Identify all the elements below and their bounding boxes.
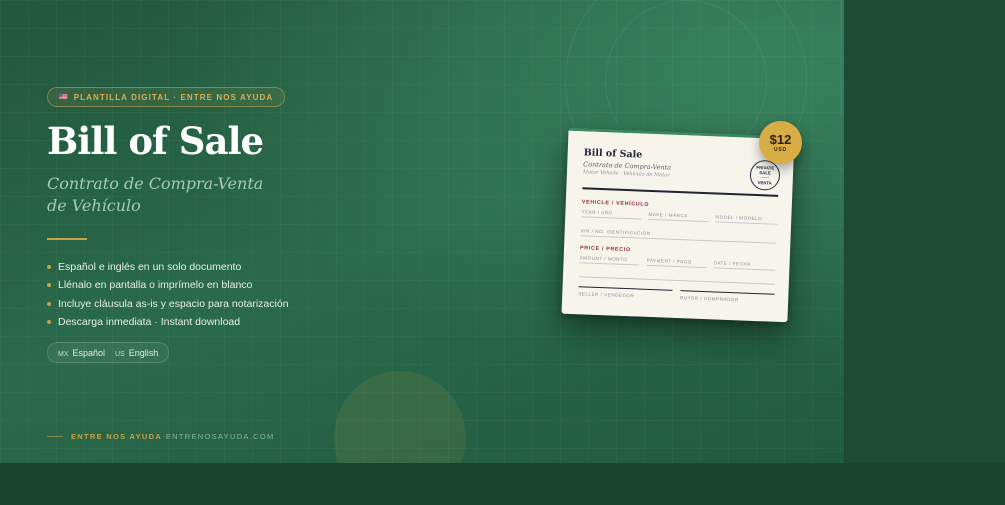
- feature-text: Descarga inmediata · Instant download: [58, 316, 241, 329]
- seller-signature-line: [578, 286, 673, 291]
- field-vin: VIN / NO. IDENTIFICACIÓN: [580, 228, 777, 244]
- footer-brand: ENTRE NOS AYUDA: [71, 432, 163, 441]
- feature-text: Español e inglés en un solo documento: [58, 261, 242, 274]
- feature-item: Descarga inmediata · Instant download: [47, 313, 289, 331]
- footer-rule: [47, 436, 63, 437]
- field-model: MODEL / MODELO: [715, 214, 778, 225]
- price-currency: USD: [774, 146, 787, 153]
- mx-flag-icon: MX: [58, 350, 69, 358]
- feature-text: Llénalo en pantalla o imprímelo en blanc…: [58, 279, 253, 292]
- stamp-text: VENTA: [757, 180, 772, 186]
- page-title: Bill of Sale: [47, 119, 264, 163]
- document-title: Bill of Sale: [583, 147, 643, 161]
- page-subtitle: Contrato de Compra-Venta de Vehículo: [47, 173, 307, 217]
- private-sale-stamp-icon: PRIVATE SALE ——— VENTA: [749, 159, 781, 191]
- feature-item: Español e inglés en un solo documento: [47, 258, 289, 276]
- divider: [47, 238, 87, 240]
- field-amount: AMOUNT / MONTO: [579, 255, 640, 266]
- bullet-icon: [47, 265, 51, 270]
- bottom-band: [0, 463, 1005, 505]
- subtitle-line: Contrato de Compra-Venta: [47, 174, 264, 193]
- bullet-icon: [47, 320, 51, 325]
- footer-domain: ENTRENOSAYUDA.COM: [165, 432, 275, 441]
- right-panel: [844, 0, 1005, 463]
- feature-item: Incluye cláusula as-is y espacio para no…: [47, 295, 289, 313]
- subtitle-line: de Vehículo: [47, 196, 141, 215]
- price-badge: $12 USD: [759, 121, 802, 164]
- buyer-signature-line: [680, 290, 775, 295]
- flag-icon: 🇺🇸: [59, 94, 68, 101]
- field-payment: PAYMENT / PAGO: [646, 257, 707, 269]
- section-heading-vehicle: VEHICLE / VEHÍCULO: [581, 199, 650, 208]
- footer: ENTRE NOS AYUDA · ENTRENOSAYUDA.COM: [47, 432, 275, 441]
- seller-label: SELLER / VENDEDOR: [578, 291, 635, 299]
- bullet-icon: [47, 301, 51, 306]
- language-label: Español: [72, 347, 106, 358]
- field-year: YEAR / AÑO: [581, 209, 642, 220]
- us-flag-icon: US: [115, 350, 125, 358]
- bullet-icon: [47, 283, 51, 288]
- document-preview: Bill of Sale Contrato de Compra-Venta Mo…: [561, 127, 795, 323]
- language-spanish: MX Español: [58, 348, 105, 358]
- field-date: DATE / FECHA: [713, 260, 776, 271]
- language-badge: MX Español US English: [47, 342, 170, 363]
- hero-canvas: 🇺🇸 PLANTILLA DIGITAL · ENTRE NOS AYUDA B…: [0, 0, 844, 463]
- price-amount: $12: [769, 131, 792, 147]
- document-divider: [582, 187, 779, 197]
- template-badge: 🇺🇸 PLANTILLA DIGITAL · ENTRE NOS AYUDA: [47, 87, 286, 107]
- section-heading-price: PRICE / PRECIO: [579, 245, 631, 254]
- field-blank-line: [578, 274, 775, 285]
- feature-item: Llénalo en pantalla o imprímelo en blanc…: [47, 276, 289, 294]
- field-make: MAKE / MARCA: [648, 211, 709, 223]
- buyer-label: BUYER / COMPRADOR: [680, 295, 739, 303]
- language-english: US English: [115, 348, 158, 358]
- feature-text: Incluye cláusula as-is y espacio para no…: [58, 297, 289, 310]
- feature-list: Español e inglés en un solo documento Ll…: [47, 258, 289, 331]
- badge-label: PLANTILLA DIGITAL · ENTRE NOS AYUDA: [73, 92, 274, 102]
- language-label: English: [128, 347, 159, 358]
